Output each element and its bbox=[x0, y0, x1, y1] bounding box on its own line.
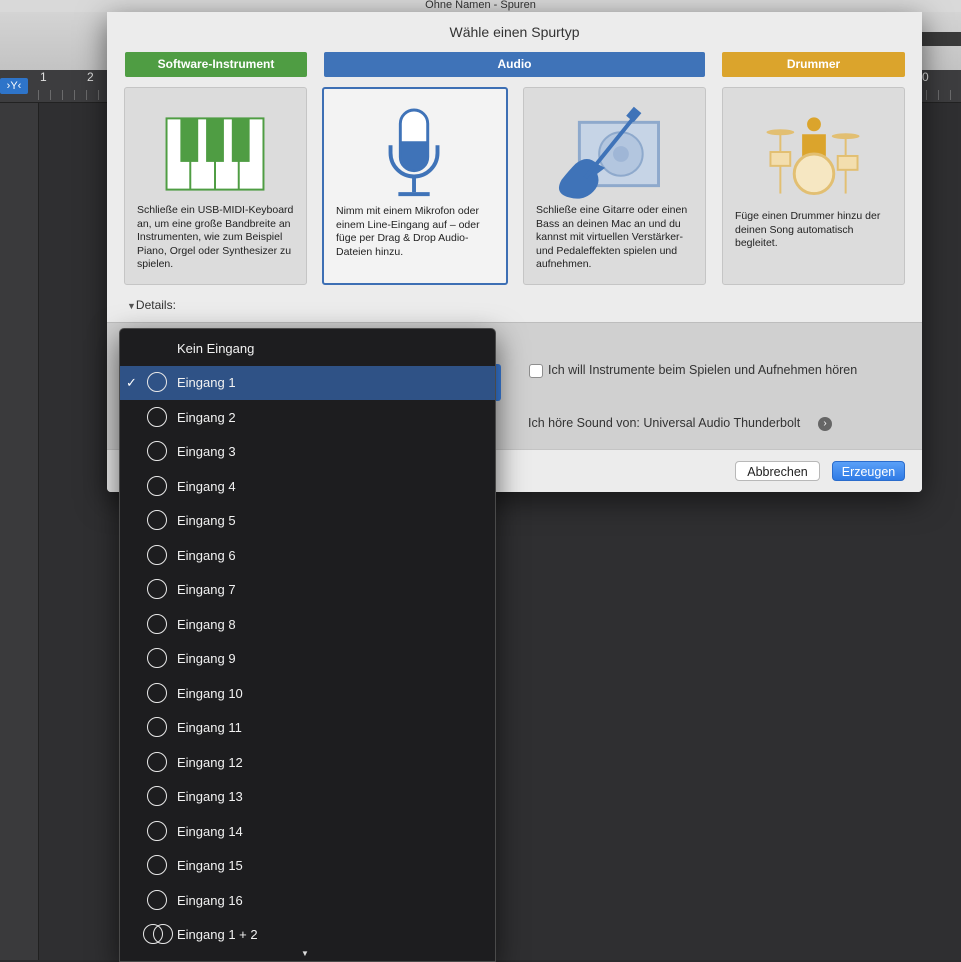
mono-input-icon bbox=[147, 614, 167, 634]
menu-item-input-1[interactable]: ✓ Eingang 1 bbox=[120, 366, 495, 400]
sound-source-arrow-icon[interactable]: › bbox=[818, 417, 832, 431]
category-label-audio[interactable]: Audio bbox=[324, 52, 705, 77]
menu-item-label: Eingang 16 bbox=[177, 893, 243, 908]
category-label-software-instrument[interactable]: Software-Instrument bbox=[125, 52, 307, 77]
menu-item-input-6[interactable]: Eingang 6 bbox=[120, 539, 495, 573]
toolbar-segment bbox=[921, 32, 961, 46]
menu-item-input-3[interactable]: Eingang 3 bbox=[120, 435, 495, 469]
mono-input-icon bbox=[147, 648, 167, 668]
mono-input-icon bbox=[147, 510, 167, 530]
card-description: Schließe ein USB-MIDI-Keyboard an, um ei… bbox=[137, 204, 294, 270]
ruler-filter-button[interactable]: ›Y‹ bbox=[0, 78, 28, 94]
dialog-title: Wähle einen Spurtyp bbox=[449, 24, 580, 40]
menu-item-input-2[interactable]: Eingang 2 bbox=[120, 401, 495, 435]
mono-input-icon bbox=[147, 441, 167, 461]
menu-item-label: Eingang 9 bbox=[177, 651, 236, 666]
menu-item-input-11[interactable]: Eingang 11 bbox=[120, 711, 495, 745]
card-audio-microphone[interactable]: Nimm mit einem Mikrofon oder einem Line-… bbox=[322, 87, 508, 285]
menu-item-label: Eingang 7 bbox=[177, 582, 236, 597]
menu-item-input-15[interactable]: Eingang 15 bbox=[120, 849, 495, 883]
scroll-down-arrow-icon[interactable]: ▼ bbox=[301, 949, 309, 958]
menu-item-label: Kein Eingang bbox=[177, 341, 255, 356]
details-label: Details: bbox=[135, 298, 176, 312]
menu-item-label: Eingang 10 bbox=[177, 686, 243, 701]
menu-item-label: Eingang 12 bbox=[177, 755, 243, 770]
menu-item-label: Eingang 4 bbox=[177, 479, 236, 494]
card-audio-guitar[interactable]: Schließe eine Gitarre oder einen Bass an… bbox=[523, 87, 706, 285]
checkmark-icon: ✓ bbox=[126, 375, 137, 390]
monitor-checkbox[interactable] bbox=[529, 364, 543, 378]
menu-item-label: Eingang 1 + 2 bbox=[177, 927, 258, 942]
mono-input-icon bbox=[147, 545, 167, 565]
menu-item-label: Eingang 14 bbox=[177, 824, 243, 839]
mono-input-icon bbox=[147, 752, 167, 772]
cancel-button[interactable]: Abbrechen bbox=[735, 461, 820, 481]
mono-input-icon bbox=[147, 855, 167, 875]
mono-input-icon bbox=[147, 579, 167, 599]
drum-kit-icon bbox=[766, 117, 860, 196]
menu-item-input-7[interactable]: Eingang 7 bbox=[120, 573, 495, 607]
window-title: Ohne Namen - Spuren bbox=[0, 0, 961, 12]
disclosure-triangle-icon: ▼ bbox=[127, 301, 136, 311]
menu-item-label: Eingang 3 bbox=[177, 444, 236, 459]
card-software-instrument[interactable]: Schließe ein USB-MIDI-Keyboard an, um ei… bbox=[124, 87, 307, 285]
menu-item-label: Eingang 5 bbox=[177, 513, 236, 528]
menu-item-input-4[interactable]: Eingang 4 bbox=[120, 470, 495, 504]
menu-item-input-9[interactable]: Eingang 9 bbox=[120, 642, 495, 676]
menu-item-label: Eingang 15 bbox=[177, 858, 243, 873]
menu-item-input-13[interactable]: Eingang 13 bbox=[120, 780, 495, 814]
track-header-column bbox=[0, 103, 39, 960]
menu-item-no-input[interactable]: Kein Eingang bbox=[120, 332, 495, 366]
ruler-bar-1: 1 bbox=[40, 70, 47, 84]
card-description: Füge einen Drummer hinzu der deinen Song… bbox=[735, 210, 881, 249]
card-description: Schließe eine Gitarre oder einen Bass an… bbox=[536, 204, 688, 270]
menu-item-input-5[interactable]: Eingang 5 bbox=[120, 504, 495, 538]
mono-input-icon bbox=[147, 786, 167, 806]
input-menu[interactable]: Kein Eingang ✓ Eingang 1 Eingang 2 Einga… bbox=[119, 328, 496, 962]
menu-item-label: Eingang 1 bbox=[177, 375, 236, 390]
menu-item-label: Eingang 6 bbox=[177, 548, 236, 563]
menu-item-label: Eingang 13 bbox=[177, 789, 243, 804]
card-drummer[interactable]: Füge einen Drummer hinzu der deinen Song… bbox=[722, 87, 905, 285]
mono-input-icon bbox=[147, 683, 167, 703]
mono-input-icon bbox=[147, 372, 167, 392]
mono-input-icon bbox=[147, 407, 167, 427]
mono-input-icon bbox=[147, 717, 167, 737]
piano-keys-icon bbox=[165, 117, 265, 191]
ruler-bar-10: 0 bbox=[922, 70, 929, 84]
menu-item-input-16[interactable]: Eingang 16 bbox=[120, 884, 495, 918]
ruler-bar-2: 2 bbox=[87, 70, 94, 84]
menu-item-input-12[interactable]: Eingang 12 bbox=[120, 746, 495, 780]
details-disclosure[interactable]: ▼Details: bbox=[127, 298, 176, 312]
menu-item-input-10[interactable]: Eingang 10 bbox=[120, 677, 495, 711]
menu-item-input-14[interactable]: Eingang 14 bbox=[120, 815, 495, 849]
guitar-amp-icon bbox=[558, 106, 660, 199]
microphone-icon bbox=[388, 108, 440, 197]
menu-item-label: Eingang 11 bbox=[177, 720, 242, 735]
mono-input-icon bbox=[147, 821, 167, 841]
card-description: Nimm mit einem Mikrofon oder einem Line-… bbox=[336, 205, 480, 258]
sound-source-label: Ich höre Sound von: Universal Audio Thun… bbox=[528, 416, 801, 430]
menu-item-input-8[interactable]: Eingang 8 bbox=[120, 608, 495, 642]
menu-item-label: Eingang 2 bbox=[177, 410, 236, 425]
mono-input-icon bbox=[147, 890, 167, 910]
create-button[interactable]: Erzeugen bbox=[832, 461, 905, 481]
mono-input-icon bbox=[147, 476, 167, 496]
stereo-input-icon bbox=[153, 924, 173, 944]
monitor-checkbox-label[interactable]: Ich will Instrumente beim Spielen und Au… bbox=[548, 363, 857, 377]
category-label-drummer[interactable]: Drummer bbox=[722, 52, 905, 77]
menu-item-label: Eingang 8 bbox=[177, 617, 236, 632]
menu-item-input-1-2[interactable]: Eingang 1 + 2 bbox=[120, 918, 495, 952]
